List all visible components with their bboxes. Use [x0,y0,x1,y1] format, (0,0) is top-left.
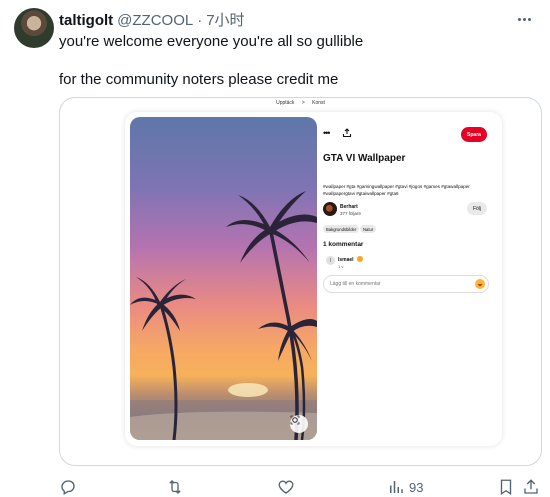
comments-heading: 1 kommentar [323,241,364,248]
views-button[interactable]: 93 [387,477,423,497]
breadcrumb-item: Konst [312,100,325,106]
save-button[interactable]: Spara [461,127,487,142]
avatar[interactable] [14,8,54,48]
creator-followers: 377 följare [340,211,362,216]
retweet-button[interactable] [166,477,184,497]
pin-share-icon[interactable] [342,128,352,138]
wallpaper-image[interactable] [130,117,317,440]
pin-tags[interactable]: #wallpaper #gta #gamingwallpaper #gtavi … [323,183,495,197]
like-icon [278,480,294,494]
share-icon [524,479,538,494]
pin-details: ••• Spara GTA VI Wallpaper #wallpaper #g… [323,117,497,440]
commenter-name[interactable]: Ismael [338,257,354,263]
reply-icon [61,480,75,495]
separator-dot: · [197,12,203,29]
views-icon [390,481,403,493]
post-time[interactable]: 7小时 [206,9,244,30]
palm-silhouettes [130,191,317,440]
share-button[interactable] [522,477,540,497]
tweet-text-line-2: for the community noters please credit m… [59,71,339,88]
views-count: 93 [409,479,424,495]
tweet-actions: 93 [59,477,542,497]
author-name[interactable]: taltigolt [59,12,113,29]
author-handle[interactable]: @ZZCOOL [117,12,193,29]
breadcrumb: Upptäck > Konst [60,100,541,106]
tweet-text-line-1: you're welcome everyone you're all so gu… [59,33,364,50]
breadcrumb-item: Upptäck [276,100,295,106]
attached-screenshot[interactable]: Upptäck > Konst ••• Spara GTA VI Wallpap… [59,97,542,466]
like-button[interactable] [277,477,295,497]
comment-emoji-icon [357,256,363,262]
creator-name[interactable]: Berhart [340,204,358,210]
bookmark-icon [500,479,512,496]
commenter-avatar[interactable]: I [326,256,335,265]
comment-input[interactable]: Lägg till en kommentar [323,275,489,293]
pin-more-icon[interactable]: ••• [323,129,331,138]
reply-button[interactable] [59,477,77,497]
chip-bakgrundsbilder[interactable]: Bakgrundsbilder [323,225,360,233]
lens-icon[interactable] [290,415,308,433]
chip-natur[interactable]: Natur [360,225,377,233]
follow-button[interactable]: Följ [467,202,487,215]
retweet-icon [169,480,181,494]
comment-input-placeholder: Lägg till en kommentar [330,281,381,287]
bookmark-button[interactable] [497,477,515,497]
more-icon[interactable] [512,9,536,29]
pin-title: GTA VI Wallpaper [323,153,406,164]
creator-avatar[interactable] [323,202,337,216]
breadcrumb-separator: > [301,100,305,106]
tweet-header: taltigolt @ZZCOOL · 7小时 [59,9,245,29]
pin-card: ••• Spara GTA VI Wallpaper #wallpaper #g… [125,112,502,446]
comment-meta: 1 v [338,264,344,269]
emoji-icon[interactable] [475,279,485,289]
